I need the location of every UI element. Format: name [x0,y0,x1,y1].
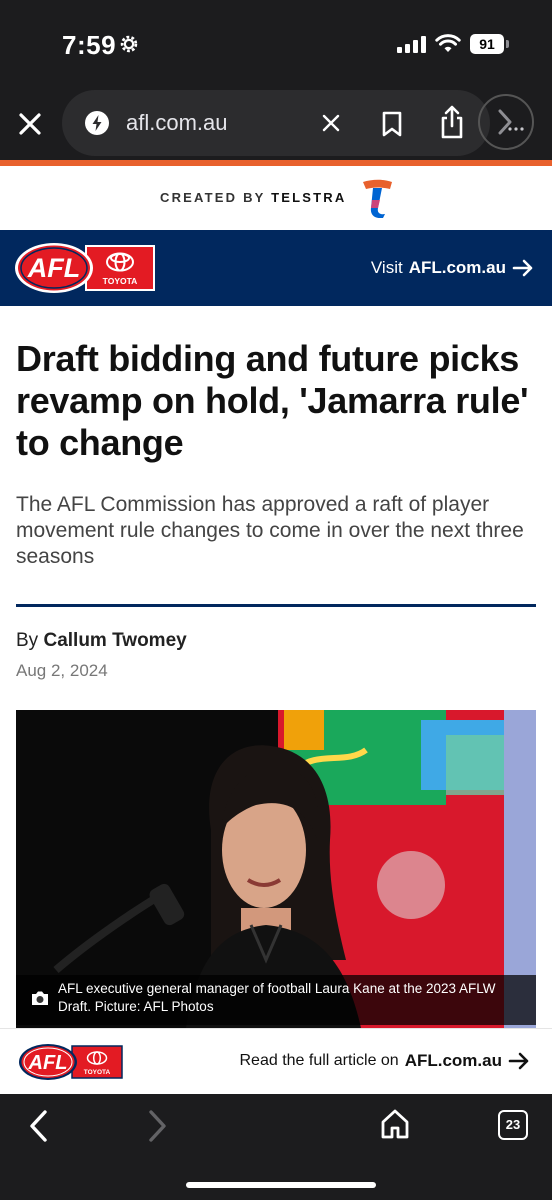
share-icon[interactable] [438,104,466,140]
image-caption: AFL executive general manager of footbal… [16,975,536,1025]
promo-site: AFL.com.au [404,1051,502,1070]
publish-date: Aug 2, 2024 [16,661,108,680]
visit-afl-link[interactable]: Visit AFL.com.au [371,258,534,278]
forward-icon[interactable] [146,1108,170,1144]
status-indicators: 91 [397,34,509,54]
browser-bar: afl.com.au [0,84,552,162]
promo-logo-text: AFL [28,1052,68,1074]
arrow-right-icon [508,1052,529,1070]
tabs-button[interactable]: 23 [498,1110,528,1140]
camera-icon [32,991,48,1005]
byline-prefix: By [16,630,39,651]
promo-sponsor-text: TOYOTA [84,1069,111,1076]
more-button[interactable] [478,94,534,150]
wifi-icon [435,34,461,52]
browser-toolbar: 23 [0,1094,552,1200]
lightning-icon [85,111,109,135]
url-text[interactable]: afl.com.au [126,110,228,136]
clear-icon[interactable] [320,112,342,134]
bookmark-icon[interactable] [380,110,404,138]
back-icon[interactable] [26,1108,50,1144]
signal-icon [397,35,426,53]
byline: By Callum Twomey [16,630,187,652]
visit-site: AFL.com.au [408,258,506,277]
afl-logo[interactable]: AFL TOYOTA [14,242,156,294]
sponsor-text: CREATED BY TELSTRA [160,190,346,205]
article-subhead: The AFL Commission has approved a raft o… [16,493,524,568]
headline-divider [16,604,536,607]
status-bar: 7:59 91 [0,0,552,84]
sponsor-logo-text: TOYOTA [103,276,138,286]
home-indicator [186,1182,376,1188]
visit-prefix: Visit [370,258,403,277]
read-full-article-link[interactable]: Read the full article on AFL.com.au [240,1051,531,1071]
read-full-article-bar[interactable]: AFL TOYOTA Read the full article on AFL.… [0,1028,552,1094]
arrow-right-icon [512,259,533,277]
screen: 7:59 91 afl.com.au CREATED BY TELSTRA AF… [0,0,552,1200]
gear-icon [120,35,138,53]
article-headline: Draft bidding and future picks revamp on… [16,338,529,463]
home-icon[interactable] [380,1108,410,1140]
afl-logo-text: AFL [27,253,80,283]
site-header: AFL TOYOTA Visit AFL.com.au [0,230,552,306]
afl-logo-small: AFL TOYOTA [19,1044,123,1080]
telstra-logo [363,179,392,218]
close-icon[interactable] [14,108,46,140]
author-name[interactable]: Callum Twomey [43,630,186,651]
sponsor-brand: TELSTRA [271,190,347,205]
caption-text: AFL executive general manager of footbal… [58,981,496,1014]
promo-label: Read the full article on [239,1052,399,1069]
status-time: 7:59 [62,30,117,60]
sponsor-banner[interactable]: CREATED BY TELSTRA [0,166,552,230]
sponsor-prefix: CREATED BY [160,190,266,205]
battery-indicator: 91 [470,34,509,54]
address-bar[interactable]: afl.com.au [62,90,490,156]
more-icon [498,109,524,135]
